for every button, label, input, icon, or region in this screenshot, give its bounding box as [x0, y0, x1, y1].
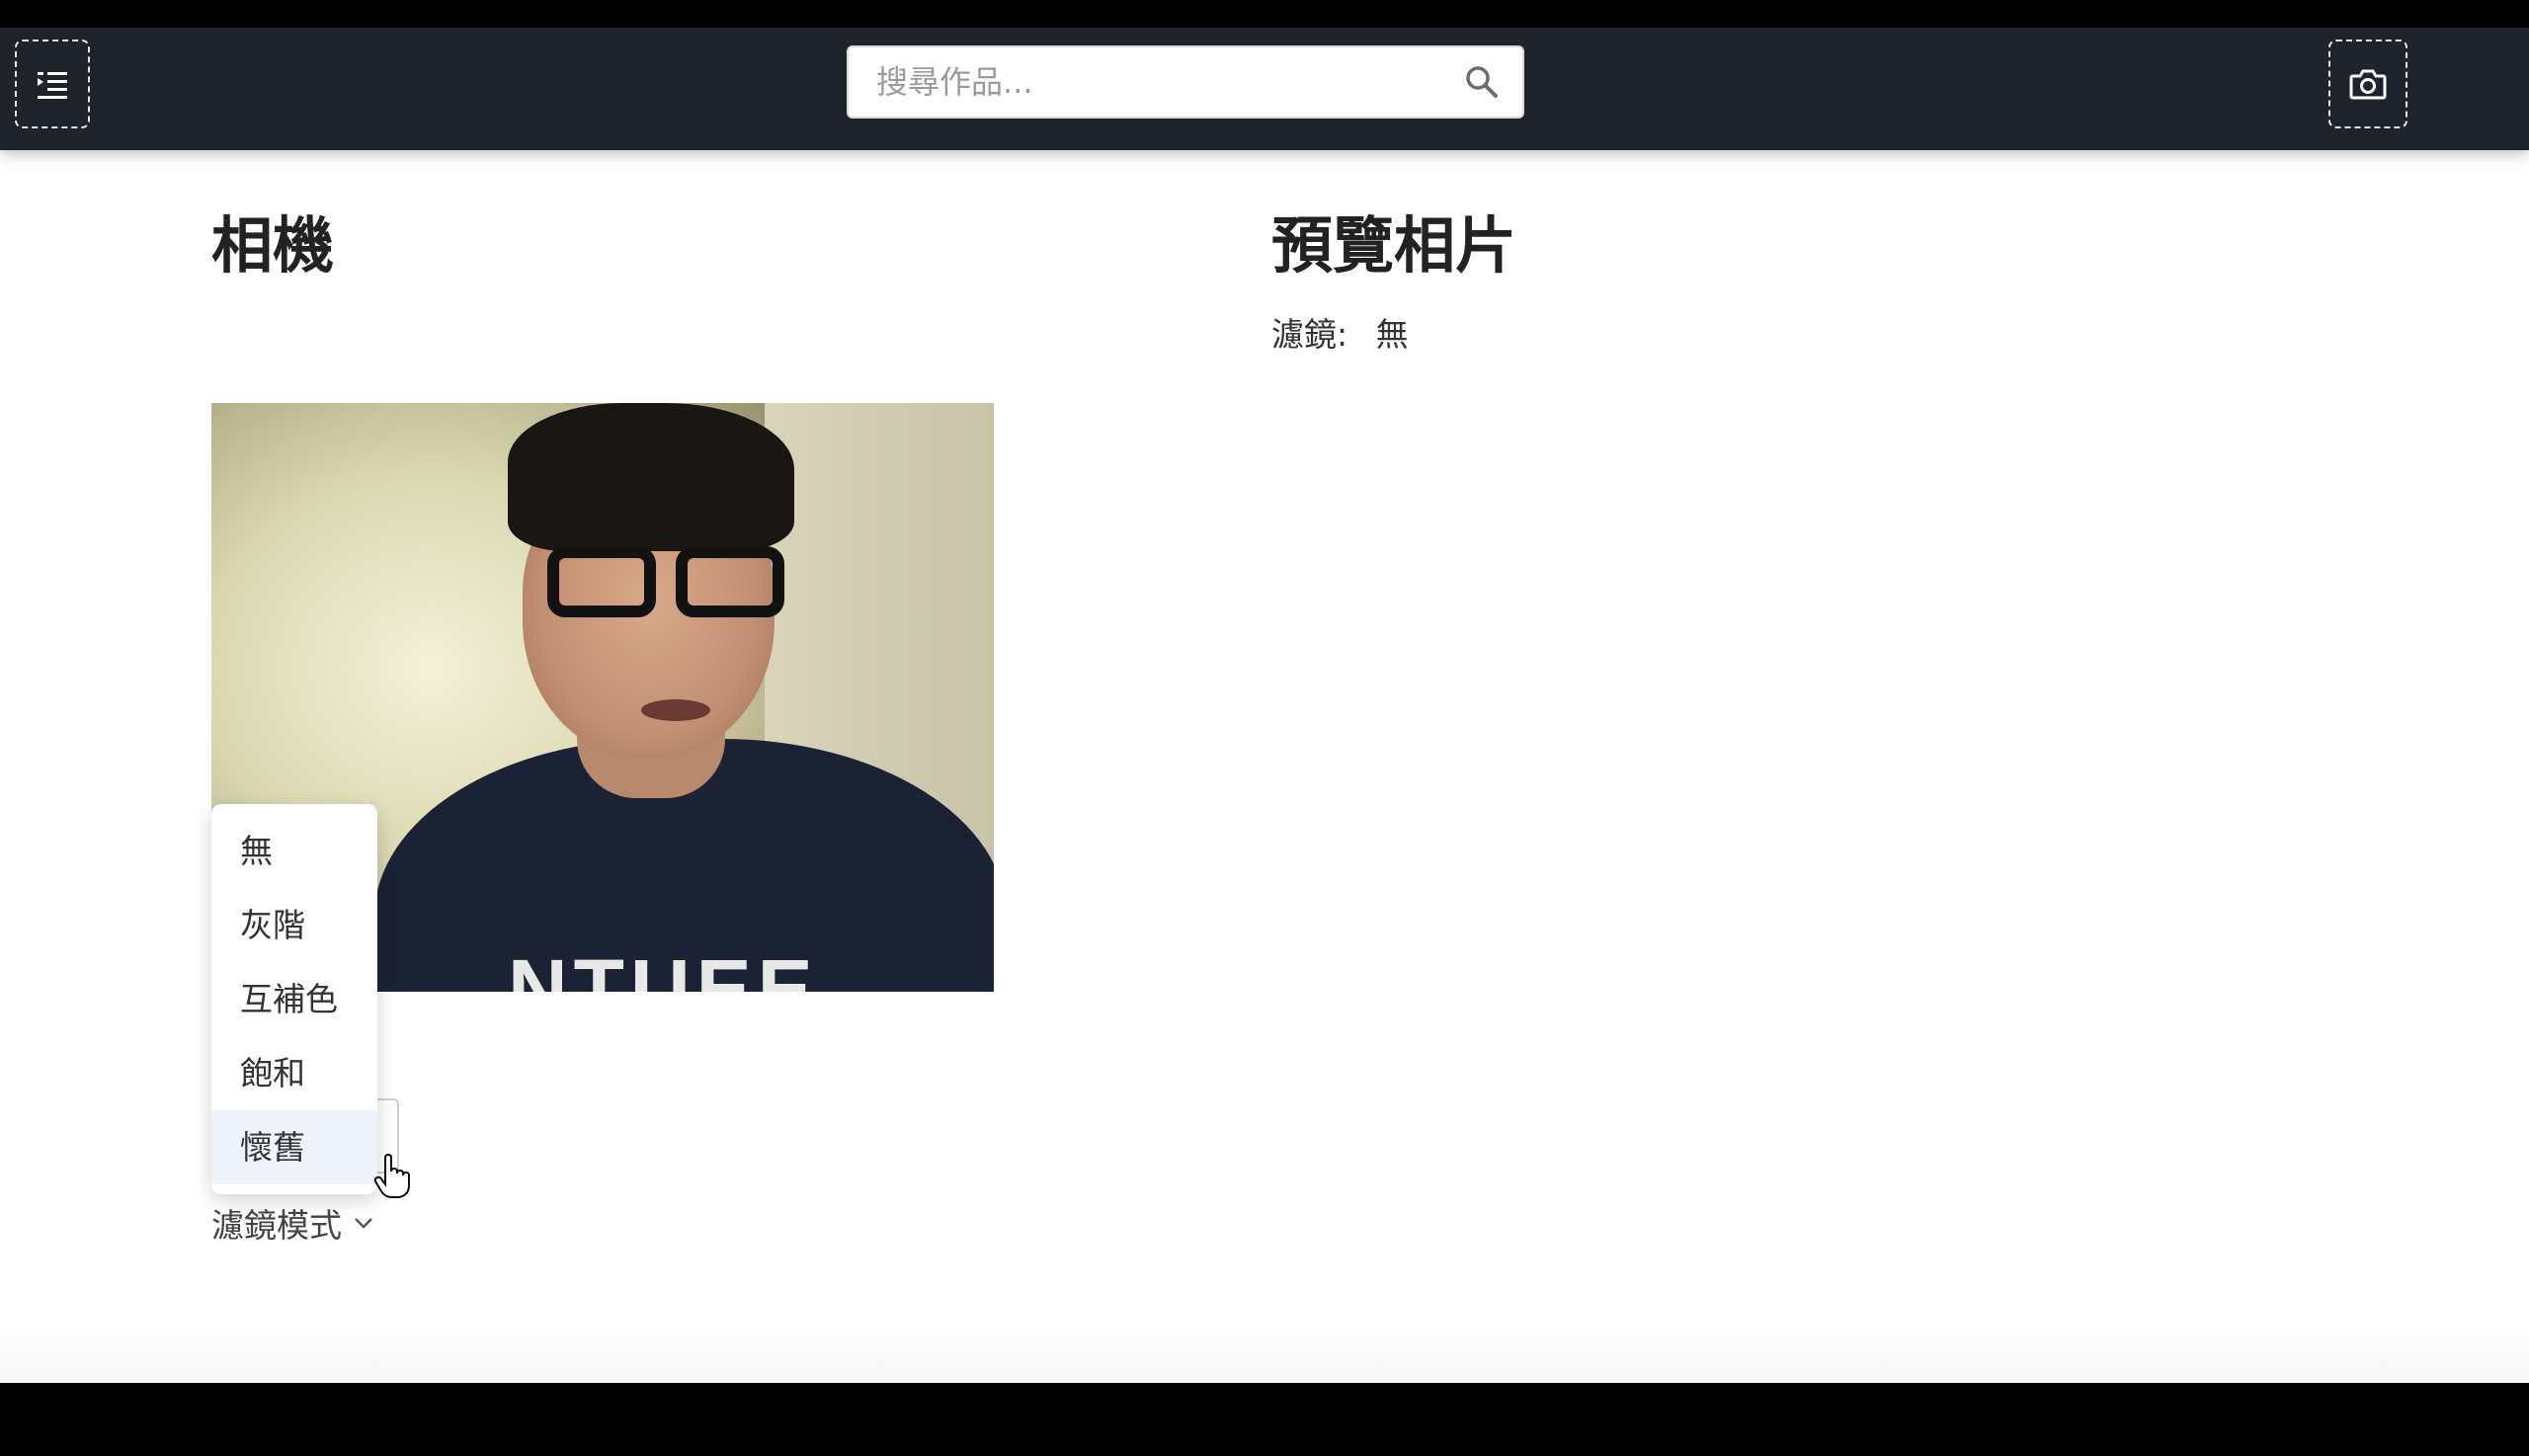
- top-navbar: [0, 28, 2529, 150]
- menu-button[interactable]: [15, 40, 90, 128]
- app-screen: 相機 預覽相片 濾鏡: 無 NTUEE 濾鏡模式 無 灰階 互補色 飽和 懷舊: [0, 28, 2529, 1383]
- search-icon[interactable]: [1465, 65, 1499, 99]
- filter-option-grayscale[interactable]: 灰階: [211, 888, 377, 962]
- filter-value: 無: [1375, 315, 1409, 354]
- shirt-text: NTUEE: [508, 942, 819, 992]
- filter-select-label: 濾鏡模式: [211, 1206, 342, 1245]
- chevron-down-icon: [355, 1218, 372, 1229]
- filter-label: 濾鏡:: [1271, 315, 1348, 354]
- preview-title: 預覽相片: [1271, 209, 1517, 282]
- current-filter: 濾鏡: 無: [1271, 308, 1409, 356]
- capture-button[interactable]: [2328, 40, 2407, 128]
- page-footer-fade: [0, 1324, 2529, 1383]
- filter-option-none[interactable]: 無: [211, 814, 377, 888]
- filter-option-sepia[interactable]: 懷舊: [211, 1110, 377, 1184]
- filter-select-toggle[interactable]: 濾鏡模式: [211, 1199, 373, 1247]
- search-bar: [847, 45, 1524, 119]
- filter-dropdown: 無 灰階 互補色 飽和 懷舊: [211, 804, 377, 1194]
- filter-option-invert[interactable]: 互補色: [211, 962, 377, 1036]
- camera-title: 相機: [211, 209, 335, 282]
- hand-cursor-icon: [373, 1154, 410, 1198]
- filter-option-saturate[interactable]: 飽和: [211, 1036, 377, 1110]
- camera-icon: [2349, 69, 2387, 100]
- menu-icon: [38, 72, 67, 99]
- search-input[interactable]: [874, 51, 1431, 113]
